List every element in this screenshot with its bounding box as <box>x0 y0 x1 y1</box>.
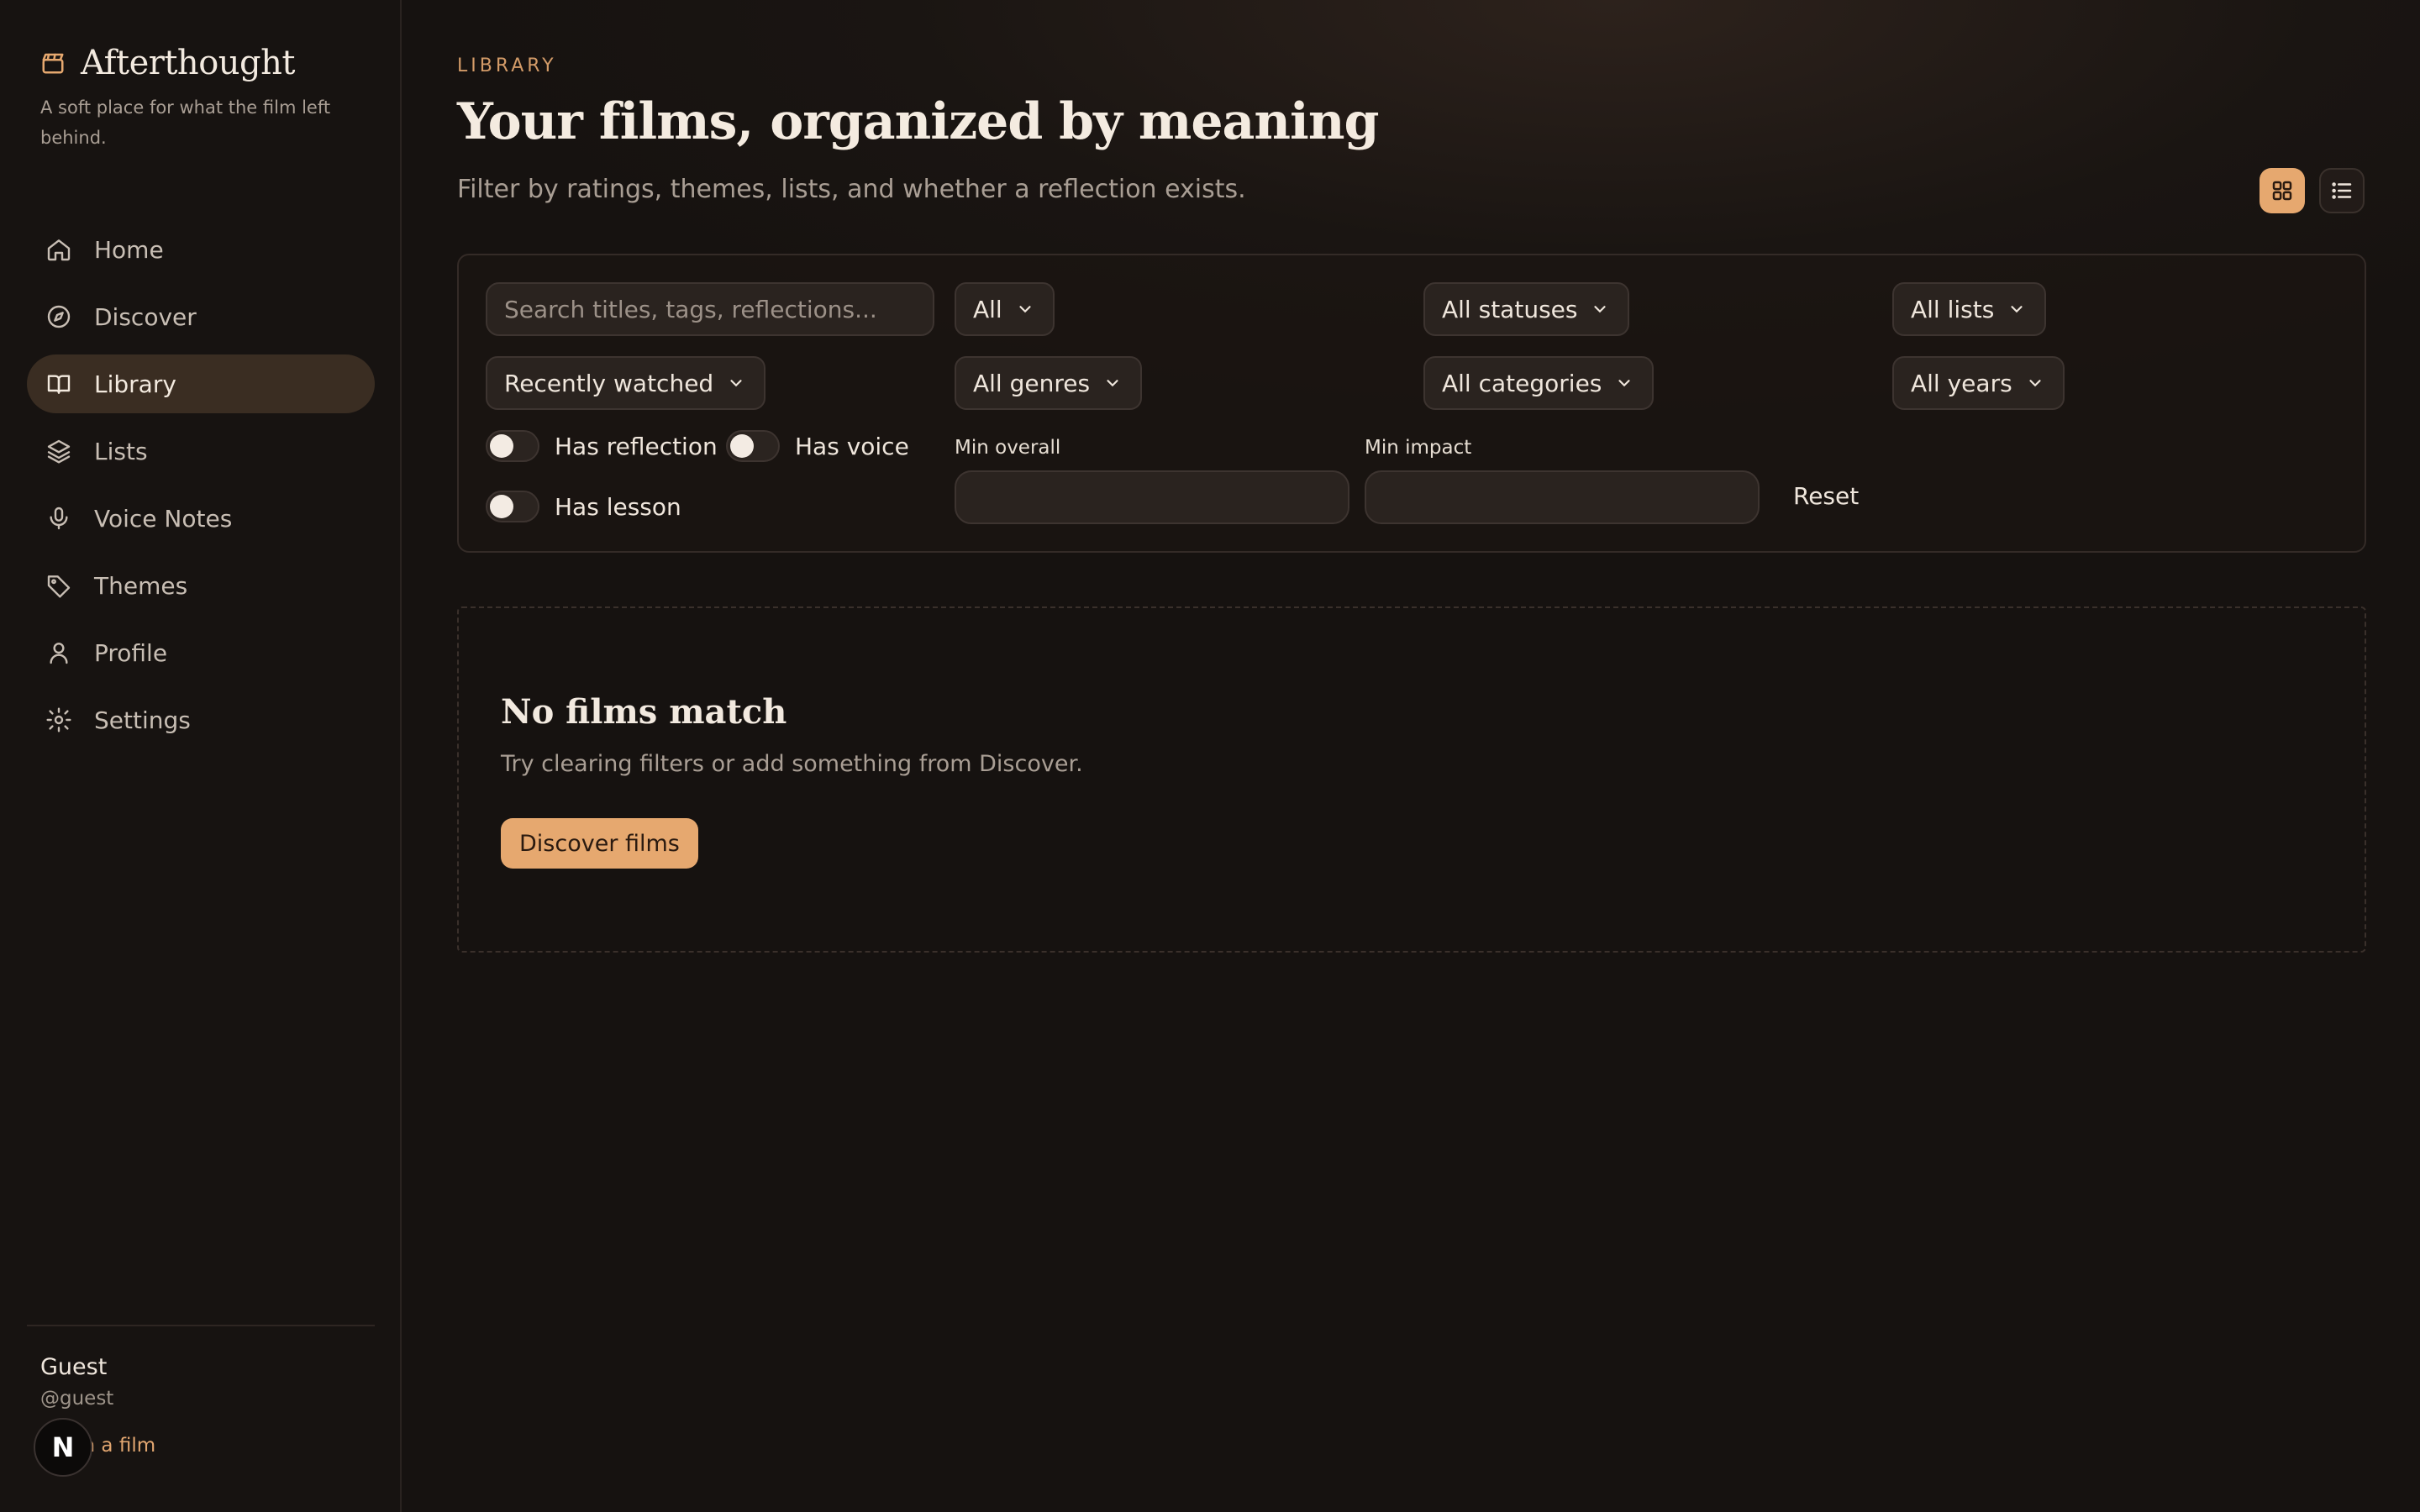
chevron-down-icon <box>730 380 742 387</box>
list-select-value: All lists <box>1911 295 1995 323</box>
mic-icon <box>50 507 68 530</box>
home-icon <box>47 239 71 261</box>
sidebar-item-settings[interactable]: Settings <box>27 690 375 749</box>
toggle-label: Has reflection <box>555 432 718 460</box>
status-select-value: All statuses <box>1442 295 1578 323</box>
min-impact-label: Min impact <box>1365 437 1472 459</box>
grid-icon <box>2272 181 2292 201</box>
sidebar-item-label: Discover <box>94 302 197 331</box>
layers-icon <box>47 439 71 464</box>
sidebar-divider <box>27 1325 375 1326</box>
type-select-value: All <box>973 295 1002 323</box>
sidebar-item-themes[interactable]: Themes <box>27 556 375 615</box>
chevron-down-icon <box>1618 380 1630 387</box>
year-select[interactable]: All years <box>1892 356 2065 410</box>
reset-button[interactable]: Reset <box>1793 482 1859 510</box>
sort-select-value: Recently watched <box>504 369 714 397</box>
sidebar-item-discover[interactable]: Discover <box>27 287 375 346</box>
page-subtitle: Filter by ratings, themes, lists, and wh… <box>457 175 1246 204</box>
sidebar-item-lists[interactable]: Lists <box>27 422 375 480</box>
chevron-down-icon <box>1594 306 1607 313</box>
min-overall-label: Min overall <box>955 437 1061 459</box>
discover-films-button[interactable]: Discover films <box>501 818 698 869</box>
sidebar-item-profile[interactable]: Profile <box>27 623 375 682</box>
year-select-value: All years <box>1911 369 2012 397</box>
page-eyebrow: LIBRARY <box>457 55 557 76</box>
grid-view-button[interactable] <box>2260 168 2305 213</box>
has-reflection-toggle[interactable]: Has reflection <box>486 430 718 462</box>
search-input[interactable] <box>486 282 934 336</box>
chevron-down-icon <box>1107 380 1118 387</box>
gear-icon <box>46 707 71 732</box>
chevron-down-icon <box>2029 380 2041 387</box>
sidebar-item-home[interactable]: Home <box>27 220 375 279</box>
sidebar-item-library[interactable]: Library <box>27 354 375 413</box>
list-select[interactable]: All lists <box>1892 282 2047 336</box>
user-icon <box>50 643 68 664</box>
clapperboard-icon <box>42 53 64 74</box>
toggle-label: Has voice <box>795 432 909 460</box>
sidebar-item-label: Voice Notes <box>94 504 233 533</box>
sidebar-item-label: Profile <box>94 638 168 667</box>
brand-name: Afterthought <box>81 44 295 82</box>
category-select[interactable]: All categories <box>1423 356 1655 410</box>
avatar[interactable]: N <box>34 1418 92 1477</box>
empty-state-title: No films match <box>501 692 787 732</box>
chevron-down-icon <box>2011 306 2023 313</box>
genre-select-value: All genres <box>973 369 1091 397</box>
user-name: Guest <box>40 1354 108 1380</box>
chevron-down-icon <box>1019 306 1031 313</box>
tag-icon <box>47 575 71 598</box>
main-content: LIBRARY Your films, organized by meaning… <box>403 0 2420 1512</box>
genre-select[interactable]: All genres <box>955 356 1143 410</box>
user-handle: @guest <box>40 1388 114 1410</box>
list-view-button[interactable] <box>2319 168 2365 213</box>
min-impact-input[interactable] <box>1365 470 1760 524</box>
sidebar-item-label: Lists <box>94 437 148 465</box>
type-select[interactable]: All <box>955 282 1055 336</box>
toggle-label: Has lesson <box>555 492 681 521</box>
brand-tagline: A soft place for what the film left behi… <box>40 97 331 148</box>
book-icon <box>47 375 71 394</box>
sidebar-item-label: Themes <box>94 571 188 600</box>
list-icon <box>2332 182 2352 199</box>
min-overall-input[interactable] <box>955 470 1349 524</box>
status-select[interactable]: All statuses <box>1423 282 1630 336</box>
empty-state: No films match Try clearing filters or a… <box>457 606 2366 953</box>
sidebar-item-label: Library <box>94 370 176 398</box>
sidebar-item-label: Home <box>94 235 164 264</box>
sidebar-item-label: Settings <box>94 706 191 734</box>
filter-panel: All All statuses All lists Recently watc… <box>457 254 2366 553</box>
sidebar-item-voice-notes[interactable]: Voice Notes <box>27 489 375 548</box>
has-voice-toggle[interactable]: Has voice <box>726 430 909 462</box>
toggle-switch[interactable] <box>726 430 780 462</box>
category-select-value: All categories <box>1442 369 1602 397</box>
sort-select[interactable]: Recently watched <box>486 356 766 410</box>
compass-icon <box>47 305 71 328</box>
toggle-switch[interactable] <box>486 430 539 462</box>
has-lesson-toggle[interactable]: Has lesson <box>486 491 681 522</box>
page-title: Your films, organized by meaning <box>457 92 1379 151</box>
toggle-switch[interactable] <box>486 491 539 522</box>
sidebar-nav: Home Discover Library Lists Voice Notes … <box>27 220 375 758</box>
empty-state-description: Try clearing filters or add something fr… <box>501 751 1083 777</box>
sidebar: Afterthought A soft place for what the f… <box>0 0 402 1512</box>
brand[interactable]: Afterthought <box>40 44 295 82</box>
